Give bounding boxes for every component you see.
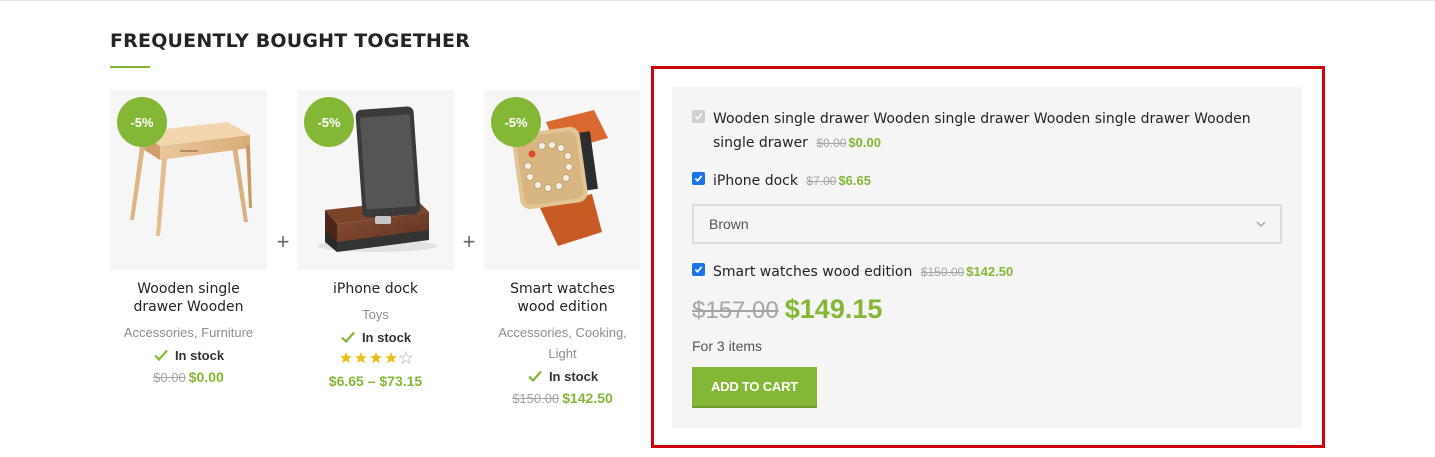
check-icon — [154, 349, 168, 362]
bundle-option-name: Smart watches wood edition — [713, 264, 913, 280]
bundle-option-price: $6.65 — [838, 173, 871, 188]
bundle-option-name-line2: single drawer — [713, 135, 808, 151]
product-card-smart-watch: -5% Smart watches wood edition Accessori… — [484, 90, 641, 406]
plus-icon: + — [276, 229, 290, 254]
stock-label: In stock — [548, 368, 599, 384]
category-line: Accessories, Cooking, — [498, 325, 627, 340]
chevron-down-icon — [1256, 221, 1266, 227]
old-price: $150.00 — [512, 391, 560, 406]
bundle-option-smart-watch[interactable]: Smart watches wood edition $150.00 $142.5… — [692, 260, 1013, 284]
star-full-icon — [384, 352, 397, 364]
plus-icon: + — [462, 229, 476, 254]
product-price: $150.00 $142.50 — [484, 390, 641, 406]
total-old-price: $157.00 — [692, 297, 779, 324]
title-underline — [110, 66, 150, 68]
star-full-icon — [339, 352, 352, 364]
product-card-wooden-drawer: -5% Wooden single drawer Wooden Accessor… — [110, 90, 267, 385]
product-name[interactable]: Wooden single drawer Wooden — [110, 280, 267, 316]
product-price-range: $6.65 – $73.15 — [328, 373, 423, 389]
stock-status: In stock — [110, 345, 267, 365]
items-count: For 3 items — [692, 338, 763, 354]
bundle-option-iphone-dock[interactable]: iPhone dock $7.00 $6.65 — [692, 169, 871, 193]
bundle-option-price: $142.50 — [966, 264, 1014, 279]
product-card-iphone-dock: -5% iPhone dock Toys In stock $6.65 – $7… — [297, 90, 454, 389]
star-rating — [297, 351, 454, 369]
category-line: Light — [548, 346, 577, 361]
top-divider — [0, 0, 1435, 1]
bundle-option-wooden-drawer: Wooden single drawer Wooden single drawe… — [692, 107, 1282, 155]
checkmark-icon — [694, 266, 703, 273]
bundle-option-price: $0.00 — [848, 135, 881, 150]
variation-select[interactable]: Brown — [692, 204, 1282, 244]
bundle-option-name: iPhone dock — [713, 173, 798, 189]
bundle-form: Wooden single drawer Wooden single drawe… — [672, 87, 1302, 428]
star-full-icon — [354, 352, 367, 364]
discount-badge: -5% — [117, 97, 167, 147]
total-new-price: $149.15 — [784, 294, 883, 324]
star-empty-icon — [398, 351, 413, 365]
product-image[interactable]: -5% — [110, 90, 267, 270]
add-to-cart-button[interactable]: ADD TO CART — [692, 367, 817, 408]
product-price: $0.00 $0.00 — [110, 369, 267, 385]
discount-badge: -5% — [491, 97, 541, 147]
check-icon — [341, 331, 355, 344]
checkbox-checked[interactable] — [692, 263, 705, 276]
bundle-total: $157.00 $149.15 — [692, 294, 882, 325]
variation-select-value: Brown — [709, 216, 749, 232]
bundle-option-old-price: $150.00 — [920, 265, 965, 279]
stock-label: In stock — [174, 347, 225, 363]
bundle-option-name-line1: Wooden single drawer Wooden single drawe… — [713, 111, 1251, 127]
product-name[interactable]: Smart watches wood edition — [484, 280, 641, 316]
stock-label: In stock — [361, 329, 412, 345]
bundle-option-label: Wooden single drawer Wooden single drawe… — [713, 107, 1251, 155]
product-image[interactable]: -5% — [297, 90, 454, 270]
checkbox-checked[interactable] — [692, 172, 705, 185]
product-categories[interactable]: Toys — [297, 304, 454, 325]
section-title: FREQUENTLY BOUGHT TOGETHER — [110, 30, 471, 52]
product-categories[interactable]: Accessories, Cooking, Light — [484, 322, 641, 364]
bundle-option-old-price: $7.00 — [806, 174, 837, 188]
checkmark-icon — [694, 113, 703, 120]
checkmark-icon — [694, 175, 703, 182]
old-price: $0.00 — [153, 370, 186, 385]
product-name[interactable]: iPhone dock — [297, 280, 454, 298]
discount-badge: -5% — [304, 97, 354, 147]
stock-status: In stock — [297, 327, 454, 347]
product-image[interactable]: -5% — [484, 90, 641, 270]
current-price: $142.50 — [562, 390, 613, 406]
stock-status: In stock — [484, 366, 641, 386]
bundle-option-old-price: $0.00 — [816, 136, 847, 150]
product-categories[interactable]: Accessories, Furniture — [110, 322, 267, 343]
star-full-icon — [369, 352, 382, 364]
current-price: $0.00 — [188, 369, 224, 385]
check-icon — [528, 370, 542, 383]
checkbox-disabled — [692, 110, 705, 123]
